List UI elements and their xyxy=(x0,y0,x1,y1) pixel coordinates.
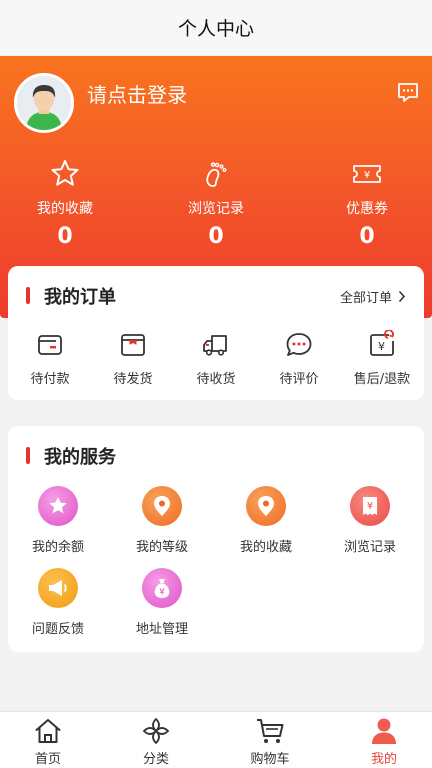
orders-title: 我的订单 xyxy=(44,287,116,308)
star-icon xyxy=(51,160,79,186)
receipt-icon: ¥ xyxy=(350,486,390,526)
tab-category[interactable]: 分类 xyxy=(116,716,196,767)
order-pending-review[interactable]: 待评价 xyxy=(259,330,339,387)
tab-label: 我的 xyxy=(370,752,397,767)
all-orders-link[interactable]: 全部订单 xyxy=(340,287,406,306)
tab-label: 分类 xyxy=(142,752,169,767)
tab-cart[interactable]: 购物车 xyxy=(230,716,310,767)
stat-history[interactable]: 浏览记录 0 xyxy=(161,158,271,249)
tab-home[interactable]: 首页 xyxy=(8,716,88,767)
service-history[interactable]: ¥ 浏览记录 xyxy=(320,486,420,555)
services-card: 我的服务 我的余额 我的等级 我的收藏 ¥ 浏览记录 问题反馈 ¥ 地址管理 xyxy=(8,426,424,652)
coupon-icon: ¥ xyxy=(353,165,381,183)
comment-icon xyxy=(286,333,312,356)
cart-icon xyxy=(257,719,284,743)
section-marker xyxy=(26,287,30,304)
user-icon xyxy=(372,718,396,744)
stat-favorites[interactable]: 我的收藏 0 xyxy=(10,158,120,249)
service-label: 问题反馈 xyxy=(31,622,84,637)
location-pin-icon xyxy=(142,486,182,526)
star-badge-icon xyxy=(38,486,78,526)
stat-label: 我的收藏 xyxy=(37,201,93,217)
service-label: 我的余额 xyxy=(31,540,84,555)
order-label: 售后/退款 xyxy=(353,372,411,387)
page-title-text: 个人中心 xyxy=(177,18,254,40)
category-icon xyxy=(142,717,170,745)
avatar-icon xyxy=(17,76,71,130)
order-label: 待付款 xyxy=(30,372,70,387)
services-header: 我的服务 xyxy=(8,426,424,484)
service-level[interactable]: 我的等级 xyxy=(112,486,212,555)
stat-coupons[interactable]: ¥ 优惠券 0 xyxy=(312,158,422,249)
stat-label: 浏览记录 xyxy=(188,201,244,217)
order-label: 待发货 xyxy=(113,372,153,387)
refund-icon: ¥ xyxy=(370,330,395,356)
bottom-tab-bar: 首页 分类 购物车 我的 xyxy=(0,711,432,768)
service-label: 我的等级 xyxy=(135,540,188,555)
box-icon xyxy=(121,334,145,356)
wallet-icon xyxy=(38,335,62,355)
services-title: 我的服务 xyxy=(44,447,116,468)
orders-card: 我的订单 全部订单 待付款 待发货 待收货 待评价 ¥ 售后/退款 xyxy=(8,266,424,400)
location-pin-icon xyxy=(246,486,286,526)
svg-text:¥: ¥ xyxy=(159,588,165,598)
service-label: 我的收藏 xyxy=(239,540,292,555)
svg-text:¥: ¥ xyxy=(367,501,373,512)
order-label: 待评价 xyxy=(279,372,319,387)
tab-label: 首页 xyxy=(34,752,61,767)
all-orders-label: 全部订单 xyxy=(339,291,392,306)
home-icon xyxy=(35,719,61,743)
order-pending-payment[interactable]: 待付款 xyxy=(10,330,90,387)
megaphone-icon xyxy=(38,568,78,608)
stat-value: 0 xyxy=(359,224,375,249)
avatar[interactable] xyxy=(14,73,74,133)
login-prompt[interactable]: 请点击登录 xyxy=(87,79,187,108)
service-label: 地址管理 xyxy=(135,622,188,637)
truck-icon xyxy=(203,335,227,356)
money-bag-icon: ¥ xyxy=(142,568,182,608)
tab-mine[interactable]: 我的 xyxy=(344,716,424,767)
svg-text:¥: ¥ xyxy=(364,170,370,181)
order-label: 待收货 xyxy=(196,372,236,387)
service-favorites[interactable]: 我的收藏 xyxy=(216,486,316,555)
stat-value: 0 xyxy=(208,224,224,249)
order-pending-receipt[interactable]: 待收货 xyxy=(176,330,256,387)
svg-text:¥: ¥ xyxy=(378,340,385,353)
service-balance[interactable]: 我的余额 xyxy=(8,486,108,555)
stat-label: 优惠券 xyxy=(346,201,388,217)
message-icon[interactable] xyxy=(396,80,420,104)
order-after-sales[interactable]: ¥ 售后/退款 xyxy=(342,330,422,387)
service-address[interactable]: ¥ 地址管理 xyxy=(112,568,212,637)
orders-header: 我的订单 全部订单 xyxy=(8,266,424,324)
order-pending-shipment[interactable]: 待发货 xyxy=(93,330,173,387)
stat-value: 0 xyxy=(57,224,73,249)
page-title: 个人中心 xyxy=(0,0,432,56)
service-feedback[interactable]: 问题反馈 xyxy=(8,568,108,637)
footprint-icon xyxy=(206,162,227,187)
section-marker xyxy=(26,447,30,464)
service-label: 浏览记录 xyxy=(343,540,396,555)
tab-label: 购物车 xyxy=(250,752,290,767)
chevron-right-icon xyxy=(398,290,406,303)
